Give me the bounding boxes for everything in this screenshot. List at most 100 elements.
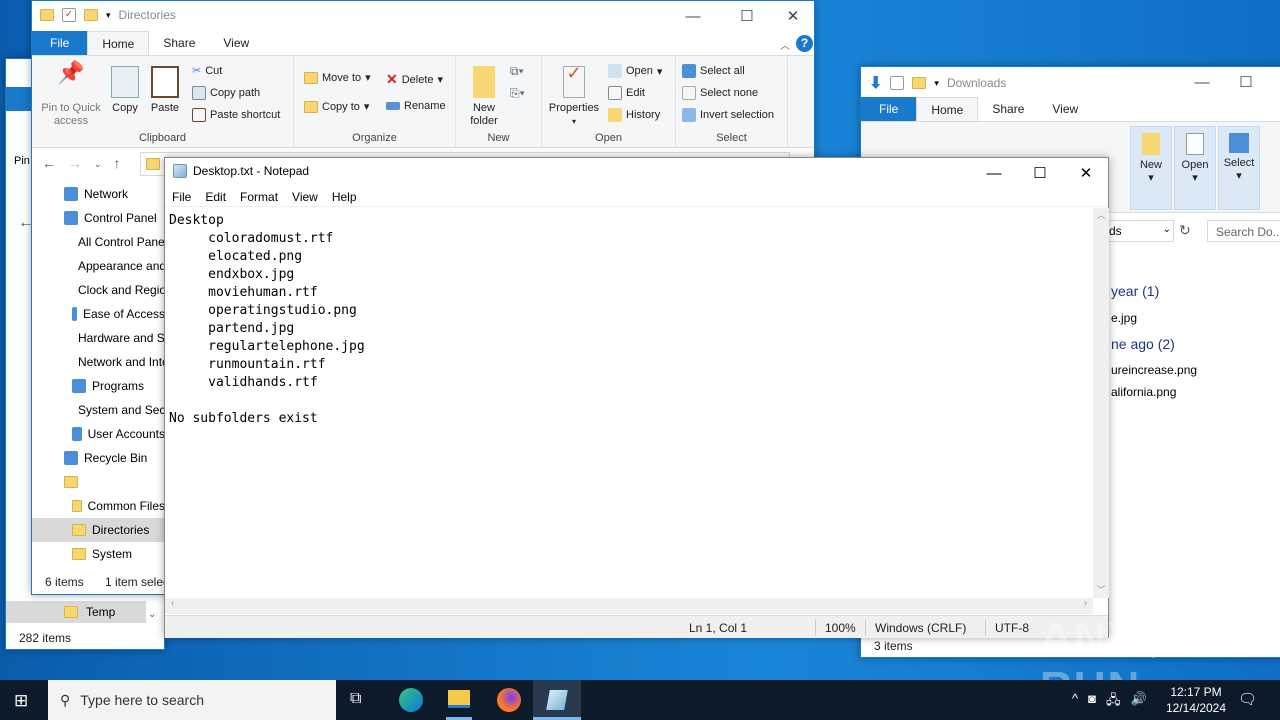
clock[interactable]: 12:17 PM 12/14/2024 [1160,684,1232,716]
tab-file[interactable]: File [32,31,88,55]
close-button[interactable]: ✕ [770,1,816,31]
taskbar-search-input[interactable]: ⚲ Type here to search [48,680,336,720]
search-input[interactable]: Search Do... [1207,220,1280,242]
properties-icon[interactable]: ✓ [62,8,76,22]
customize-dropdown-icon[interactable]: ▾ [934,78,939,89]
move-to-button[interactable]: Move to ▾ [304,71,371,84]
open-button[interactable]: Open ▾ [608,64,662,78]
select-button[interactable]: Select ▾ [1218,126,1260,210]
paste-shortcut-button[interactable]: Paste shortcut [192,108,280,122]
address-bar[interactable]: ds ⌄ [1106,220,1174,242]
maximize-button[interactable]: ☐ [1223,67,1269,97]
menu-help[interactable]: Help [325,187,364,206]
copy-path-button[interactable]: Copy path [192,86,260,100]
windows-start-icon[interactable]: ⊞ [14,691,28,711]
copy-button[interactable]: Copy [108,66,142,115]
text-area[interactable]: Desktop coloradomust.rtf elocated.png en… [165,208,1093,598]
group-header[interactable]: ne ago (2) [1111,336,1175,352]
notepad-taskbar-button[interactable] [533,680,581,720]
nav-item[interactable]: Clock and Region [32,278,165,302]
history-button[interactable]: History [608,108,660,122]
nav-item[interactable]: Hardware and Sound [32,326,165,350]
horizontal-scrollbar[interactable]: ‹ › [165,598,1093,614]
recent-dropdown-icon[interactable]: ⌄ [94,155,102,171]
nav-item[interactable]: All Control Panel Items [32,230,165,254]
delete-button[interactable]: ✕ Delete ▾ [386,71,443,88]
cut-button[interactable]: ✂ Cut [192,64,222,78]
new-folder-button[interactable]: New folder [462,66,506,128]
file-item[interactable]: alifornia.png [1111,385,1176,399]
scroll-down-icon[interactable]: ⌄ [148,609,156,620]
nav-item[interactable] [32,470,165,494]
network-icon[interactable]: 🖧 [1106,691,1121,713]
camera-icon[interactable]: ◙ [1088,691,1096,713]
tab-share[interactable]: Share [149,31,209,55]
edge-icon[interactable] [399,688,423,712]
nav-item[interactable]: Recycle Bin [32,446,165,470]
nav-item-temp[interactable]: Temp [6,601,146,623]
rename-button[interactable]: Rename [386,100,446,112]
menu-file[interactable]: File [165,187,198,206]
back-icon[interactable]: ← [42,155,56,171]
tab-share[interactable]: Share [978,97,1038,121]
nav-item[interactable]: Ease of Access [32,302,165,326]
vertical-scrollbar[interactable]: ︿ ﹀ [1093,208,1109,598]
help-icon[interactable]: ? [796,35,813,52]
nav-item[interactable]: Common Files [32,494,165,518]
new-folder-icon[interactable] [912,77,927,89]
up-icon[interactable]: ↑ [114,155,121,171]
document-text[interactable]: Desktop coloradomust.rtf elocated.png en… [169,212,365,428]
group-header[interactable]: year (1) [1111,283,1159,299]
paste-button[interactable]: Paste [148,66,182,115]
pin-icon: 📌 [57,60,85,85]
easy-access-icon[interactable]: ⎘▾ [510,86,525,101]
minimize-button[interactable]: — [971,158,1017,188]
edit-button[interactable]: Edit [608,86,645,100]
minimize-button[interactable]: — [1179,67,1225,97]
file-item[interactable]: e.jpg [1111,311,1137,325]
menu-view[interactable]: View [285,187,325,206]
new-folder-icon[interactable] [84,9,98,21]
open-button[interactable]: Open ▾ [1174,126,1216,210]
refresh-icon[interactable]: ↻ [1179,222,1191,239]
customize-dropdown-icon[interactable]: ▾ [106,10,111,21]
close-button[interactable]: ✕ [1063,158,1109,188]
nav-item[interactable]: Network and Internet [32,350,165,374]
notifications-icon[interactable]: 🗨 [1238,690,1257,708]
properties-icon[interactable] [890,76,905,90]
nav-item[interactable]: System and Security [32,398,165,422]
pin-button[interactable]: 📌 Pin to Quick access [36,60,106,128]
firefox-icon[interactable] [497,688,521,712]
properties-button[interactable]: ✓ Properties ▾ [546,64,602,128]
file-item[interactable]: ureincrease.png [1111,363,1197,377]
menu-edit[interactable]: Edit [198,187,233,206]
tab-view[interactable]: View [209,31,263,55]
select-all-button[interactable]: Select all [682,64,745,78]
nav-item[interactable]: Appearance and Personalization [32,254,165,278]
chevron-up-icon[interactable]: ^ [1072,691,1078,713]
file-explorer-icon[interactable] [448,690,470,708]
nav-item[interactable]: Network [32,182,165,206]
collapse-ribbon-icon[interactable]: ︿ [780,37,790,52]
forward-icon[interactable]: → [68,155,82,171]
volume-icon[interactable]: 🔊 [1130,691,1146,713]
tab-file[interactable]: File [861,97,917,121]
nav-item[interactable]: Directories [32,518,165,542]
nav-item[interactable]: Programs [32,374,165,398]
new-item-icon[interactable]: ⧉▾ [510,64,524,79]
nav-item[interactable]: Control Panel [32,206,165,230]
menu-format[interactable]: Format [233,187,285,206]
copy-to-button[interactable]: Copy to ▾ [304,100,369,113]
minimize-button[interactable]: — [670,1,716,31]
maximize-button[interactable]: ☐ [1017,158,1063,188]
tab-home[interactable]: Home [87,31,150,55]
invert-selection-button[interactable]: Invert selection [682,108,774,122]
maximize-button[interactable]: ☐ [724,1,770,31]
new-button[interactable]: New ▾ [1130,126,1172,210]
tab-home[interactable]: Home [916,97,979,121]
nav-item[interactable]: User Accounts [32,422,165,446]
task-view-icon[interactable]: ⧉ [350,690,361,708]
tab-view[interactable]: View [1038,97,1092,121]
select-none-button[interactable]: Select none [682,86,758,100]
nav-item[interactable]: System [32,542,165,566]
